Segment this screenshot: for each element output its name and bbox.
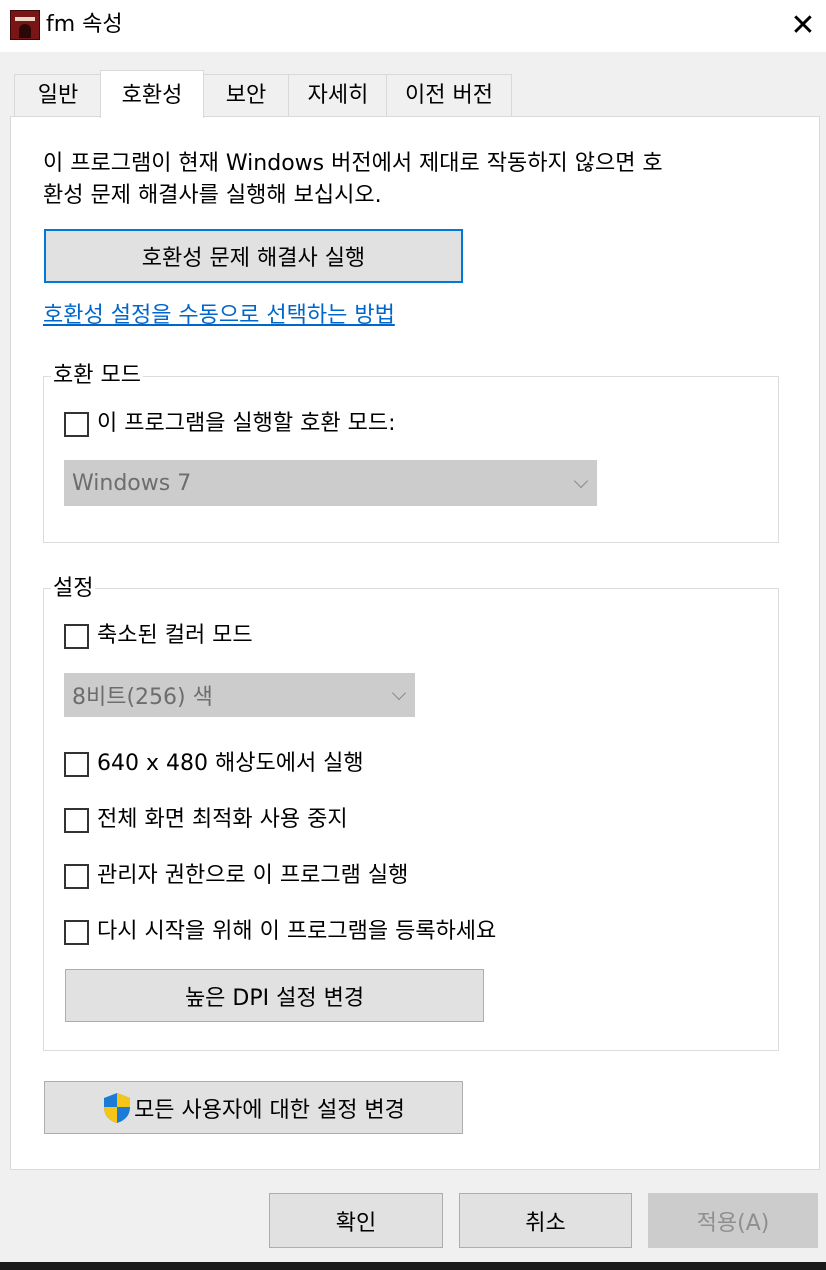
- disable-fullscreen-opt-label: 전체 화면 최적화 사용 중지: [97, 807, 348, 832]
- settings-group-label: 설정: [51, 575, 96, 603]
- run-as-admin-label: 관리자 권한으로 이 프로그램 실행: [97, 863, 409, 888]
- taskbar-edge: [0, 1262, 826, 1270]
- app-icon: [10, 10, 40, 40]
- register-restart-checkbox[interactable]: [64, 920, 89, 945]
- compat-mode-checkbox-label: 이 프로그램을 실행할 호환 모드:: [97, 411, 396, 436]
- compat-mode-group-label: 호환 모드: [51, 362, 143, 390]
- ok-button[interactable]: 확인: [269, 1193, 443, 1248]
- disable-fullscreen-opt-checkbox[interactable]: [64, 808, 89, 833]
- reduced-color-label: 축소된 컬러 모드: [97, 623, 253, 648]
- run-as-admin-checkbox[interactable]: [64, 864, 89, 889]
- reduced-color-checkbox[interactable]: [64, 624, 89, 649]
- register-restart-label: 다시 시작을 위해 이 프로그램을 등록하세요: [97, 919, 497, 944]
- title-bar: [0, 0, 826, 52]
- apply-button[interactable]: 적용(A): [648, 1193, 818, 1248]
- all-users-settings-button[interactable]: 모든 사용자에 대한 설정 변경: [44, 1081, 463, 1134]
- res-640-label: 640 x 480 해상도에서 실행: [97, 751, 364, 776]
- compat-mode-checkbox[interactable]: [64, 412, 89, 437]
- color-depth-select-value: 8비트(256) 색: [72, 685, 213, 710]
- tab-previous-versions[interactable]: 이전 버전: [386, 74, 512, 116]
- manual-settings-link[interactable]: 호환성 설정을 수동으로 선택하는 방법: [43, 300, 395, 332]
- intro-text-line1: 이 프로그램이 현재 Windows 버전에서 제대로 작동하지 않으면 호: [43, 151, 663, 176]
- high-dpi-settings-button[interactable]: 높은 DPI 설정 변경: [65, 969, 484, 1022]
- chevron-down-icon: [573, 473, 589, 489]
- tab-general[interactable]: 일반: [14, 74, 102, 116]
- run-troubleshooter-button[interactable]: 호환성 문제 해결사 실행: [44, 229, 463, 283]
- chevron-down-icon: [391, 685, 407, 701]
- uac-shield-icon: [104, 1092, 131, 1123]
- close-icon: ✕: [790, 8, 816, 43]
- cancel-button[interactable]: 취소: [459, 1193, 632, 1248]
- tab-compatibility[interactable]: 호환성: [100, 70, 204, 118]
- tab-security[interactable]: 보안: [202, 74, 290, 116]
- window-title: fm 속성: [46, 12, 123, 37]
- compat-os-select-value: Windows 7: [72, 470, 192, 496]
- res-640-checkbox[interactable]: [64, 752, 89, 777]
- compat-os-select[interactable]: Windows 7: [64, 460, 597, 506]
- intro-text-line2: 환성 문제 해결사를 실행해 보십시오.: [43, 183, 382, 208]
- all-users-settings-label: 모든 사용자에 대한 설정 변경: [134, 1097, 405, 1123]
- color-depth-select[interactable]: 8비트(256) 색: [64, 673, 415, 717]
- close-button[interactable]: ✕: [780, 4, 826, 48]
- tab-details[interactable]: 자세히: [288, 74, 388, 116]
